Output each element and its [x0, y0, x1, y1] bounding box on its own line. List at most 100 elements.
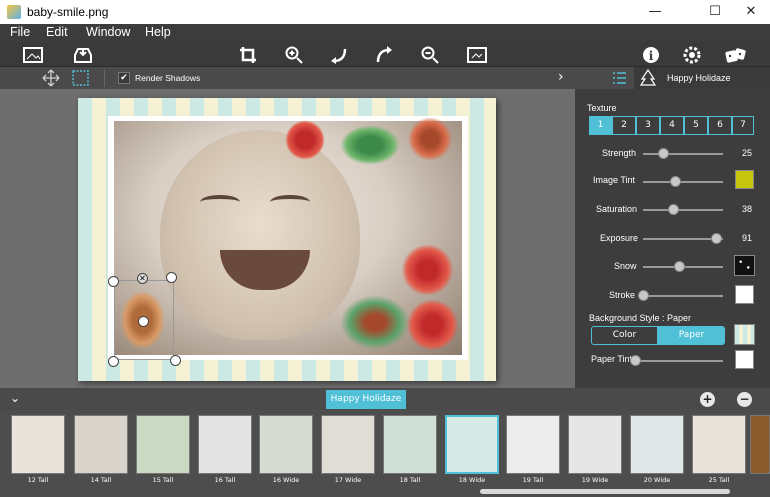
tab-list-view[interactable]	[604, 67, 634, 89]
render-shadows-checkbox[interactable]: ✔	[118, 72, 130, 84]
zoom-in-icon[interactable]	[283, 44, 305, 65]
menu-help[interactable]: Help	[145, 25, 171, 39]
snow-texture-swatch[interactable]	[734, 255, 755, 276]
thumbnail-18-tall[interactable]	[383, 415, 437, 474]
thumbnail-label: 25 Tall	[708, 476, 730, 484]
svg-text:i: i	[649, 49, 654, 63]
background-style-label: Background Style : Paper	[589, 313, 692, 323]
save-icon[interactable]	[72, 44, 94, 65]
strength-value: 25	[742, 148, 753, 158]
poinsettia-decoration	[405, 300, 460, 350]
image-tint-color-swatch[interactable]	[735, 170, 754, 189]
thumbnail-20-wide[interactable]	[630, 415, 684, 474]
texture-tab-6[interactable]: 6	[708, 116, 732, 135]
thumbnail-16-wide[interactable]	[259, 415, 313, 474]
saturation-slider[interactable]	[643, 209, 723, 211]
gallery-scrollbar[interactable]	[480, 489, 730, 494]
paper-tint-slider-knob[interactable]	[630, 355, 641, 366]
menu-edit[interactable]: Edit	[46, 25, 68, 39]
poinsettia-decoration	[400, 245, 455, 295]
app-window: baby-smile.png — ☐ ✕ File Edit Window He…	[0, 0, 770, 497]
crop-icon[interactable]	[237, 44, 259, 65]
background-paper-button[interactable]: Paper	[658, 326, 725, 345]
texture-tab-7[interactable]: 7	[732, 116, 754, 135]
zoom-out-icon[interactable]	[419, 44, 441, 65]
random-dice-icon[interactable]	[725, 44, 747, 65]
thumbnail-label: 18 Wide	[458, 476, 486, 484]
stroke-slider-knob[interactable]	[638, 290, 649, 301]
texture-tab-1[interactable]: 1	[589, 116, 612, 135]
thumbnail-19-wide[interactable]	[568, 415, 622, 474]
resize-handle[interactable]	[170, 355, 181, 366]
strength-slider-knob[interactable]	[658, 148, 669, 159]
paper-texture-swatch[interactable]	[734, 324, 755, 345]
texture-tab-3[interactable]: 3	[636, 116, 660, 135]
menu-file[interactable]: File	[10, 25, 30, 39]
saturation-label: Saturation	[596, 204, 638, 214]
thumbnail-18-wide-selected[interactable]	[445, 415, 499, 474]
fit-screen-icon[interactable]	[466, 44, 488, 65]
resize-handle[interactable]	[166, 272, 177, 283]
rotate-right-icon[interactable]	[373, 44, 395, 65]
image-tint-label: Image Tint	[593, 175, 636, 185]
delete-sticker-icon[interactable]: ✕	[137, 273, 148, 284]
close-button[interactable]: ✕	[728, 0, 770, 24]
move-tool-icon[interactable]	[42, 69, 60, 91]
stroke-slider[interactable]	[643, 295, 723, 297]
thumbnail-label: 18 Tall	[399, 476, 421, 484]
settings-gear-icon[interactable]	[681, 44, 703, 65]
main-toolbar: i	[0, 42, 770, 67]
thumbnail-19-tall[interactable]	[506, 415, 560, 474]
saturation-value: 38	[742, 204, 753, 214]
strength-label: Strength	[602, 148, 637, 158]
texture-tab-4[interactable]: 4	[660, 116, 684, 135]
image-tint-slider-knob[interactable]	[670, 176, 681, 187]
stroke-color-swatch[interactable]	[735, 285, 754, 304]
collapse-panel-chevron-icon[interactable]: ›	[558, 69, 564, 85]
background-color-button[interactable]: Color	[591, 326, 658, 345]
thumbnail-label: 15 Tall	[152, 476, 174, 484]
thumbnail-label: 16 Tall	[214, 476, 236, 484]
image-tint-slider[interactable]	[643, 181, 723, 183]
texture-tab-2[interactable]: 2	[612, 116, 636, 135]
baby-eye-right	[270, 195, 310, 209]
collapse-gallery-chevron-icon[interactable]: ⌄	[10, 391, 20, 405]
paper-tint-color-swatch[interactable]	[735, 350, 754, 369]
theme-category-tag[interactable]: Happy Holidaze	[326, 390, 406, 409]
thumbnail-14-tall[interactable]	[74, 415, 128, 474]
paper-tint-slider[interactable]	[635, 360, 723, 362]
thumbnail-label: 16 Wide	[272, 476, 300, 484]
resize-handle[interactable]	[108, 356, 119, 367]
thumbnail-15-tall[interactable]	[136, 415, 190, 474]
snow-slider-knob[interactable]	[674, 261, 685, 272]
resize-handle[interactable]	[108, 276, 119, 287]
rotate-left-icon[interactable]	[328, 44, 350, 65]
thumbnail-17-wide[interactable]	[321, 415, 375, 474]
app-icon	[7, 5, 21, 19]
open-image-icon[interactable]	[22, 44, 44, 65]
toolbar-divider	[104, 69, 105, 87]
add-frame-button[interactable]: +	[700, 392, 715, 407]
render-shadows-label: Render Shadows	[135, 73, 201, 83]
title-bar: baby-smile.png — ☐ ✕	[0, 0, 770, 24]
select-tool-icon[interactable]	[72, 70, 89, 90]
thumbnail-label: 19 Wide	[581, 476, 609, 484]
thumbnail-12-tall[interactable]	[11, 415, 65, 474]
exposure-value: 91	[742, 233, 753, 243]
panel-tabs: Happy Holidaze	[604, 67, 770, 89]
texture-tab-5[interactable]: 5	[684, 116, 708, 135]
thumbnail-16-tall[interactable]	[198, 415, 252, 474]
pinecone-decoration	[340, 295, 410, 350]
minimize-button[interactable]: —	[632, 0, 678, 24]
rotate-handle[interactable]	[138, 316, 149, 327]
menu-window[interactable]: Window	[86, 25, 130, 39]
thumbnail-partial[interactable]	[750, 415, 770, 474]
thumbnail-25-tall[interactable]	[692, 415, 746, 474]
strength-slider[interactable]	[643, 153, 723, 155]
thumbnail-label: 14 Tall	[90, 476, 112, 484]
remove-frame-button[interactable]: −	[737, 392, 752, 407]
exposure-slider-knob[interactable]	[710, 233, 722, 244]
info-icon[interactable]: i	[640, 44, 662, 65]
baby-face-image	[160, 130, 360, 340]
theme-tree-icon[interactable]	[639, 68, 657, 91]
